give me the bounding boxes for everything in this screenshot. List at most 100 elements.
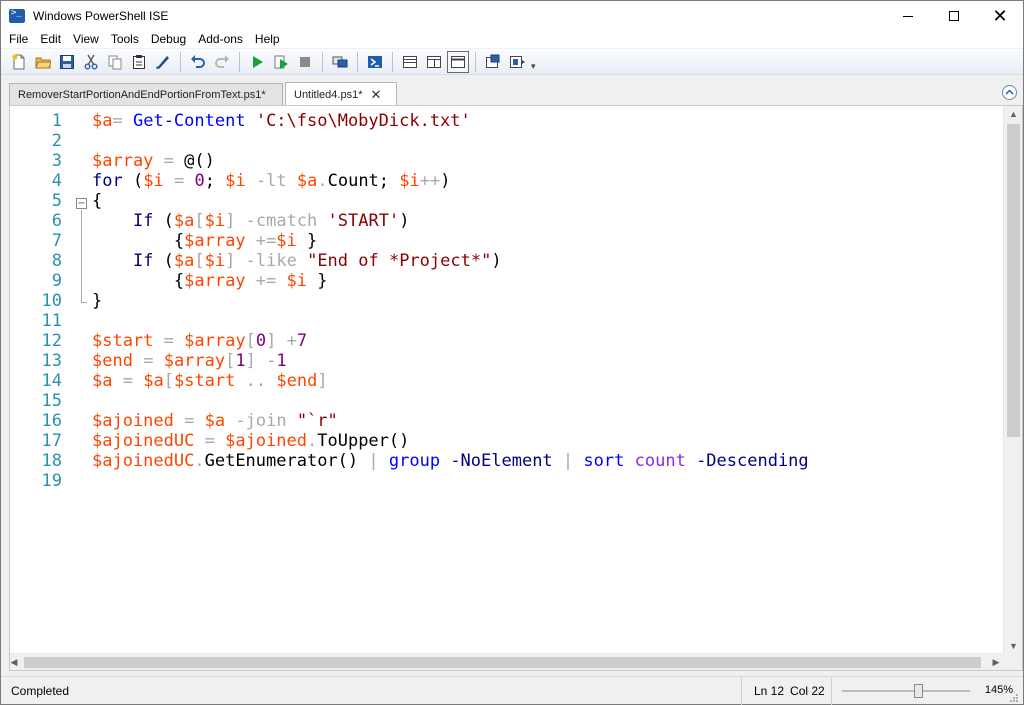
- code-token: |: [368, 451, 379, 471]
- toolbar-overflow-icon[interactable]: ▾: [531, 61, 536, 72]
- redo-icon: [215, 54, 229, 68]
- scroll-right-icon[interactable]: ▶: [989, 657, 1003, 668]
- toolbar: ▾: [1, 49, 1023, 75]
- code-line[interactable]: 16 $ajoined = $a -join "`r": [10, 411, 1003, 431]
- collapse-script-pane-button[interactable]: [1002, 85, 1017, 100]
- code-line[interactable]: 11: [10, 311, 1003, 331]
- code-line[interactable]: 13 $end = $array[1] -1: [10, 351, 1003, 371]
- show-script-pane-maximized-icon: [451, 55, 465, 68]
- paste-button[interactable]: [128, 51, 150, 73]
- code-line[interactable]: 4 for ($i = 0; $i -lt $a.Count; $i++): [10, 171, 1003, 191]
- scroll-left-icon[interactable]: ◀: [7, 657, 21, 668]
- show-script-pane-maximized-button[interactable]: [447, 50, 469, 73]
- run-script-button[interactable]: [246, 51, 268, 73]
- code-line[interactable]: 9 {$array += $i }: [10, 271, 1003, 291]
- close-icon: ✕: [992, 6, 1008, 26]
- toolbar-separator: [322, 51, 323, 72]
- code-line[interactable]: 7 {$array +=$i }: [10, 231, 1003, 251]
- code-line[interactable]: 14 $a = $a[$start .. $end]: [10, 371, 1003, 391]
- copy-button[interactable]: [104, 51, 126, 73]
- show-script-pane-top-button[interactable]: [399, 51, 421, 73]
- code-token: |: [562, 451, 574, 471]
- run-selection-button[interactable]: [270, 51, 292, 73]
- code-line[interactable]: 17 $ajoinedUC = $ajoined.ToUpper(): [10, 431, 1003, 451]
- redo-button[interactable]: [211, 51, 233, 73]
- scroll-up-icon[interactable]: ▲: [1004, 109, 1023, 119]
- code-line[interactable]: 10}: [10, 291, 1003, 311]
- code-line[interactable]: 19: [10, 471, 1003, 491]
- scroll-down-icon[interactable]: ▼: [1004, 641, 1023, 651]
- maximize-button[interactable]: [931, 1, 977, 31]
- new-button[interactable]: [8, 51, 30, 73]
- save-button[interactable]: [56, 51, 78, 73]
- code-line[interactable]: 3 $array = @(): [10, 151, 1003, 171]
- code-line[interactable]: 1 $a= Get-Content 'C:\fso\MobyDick.txt': [10, 111, 1003, 131]
- show-script-pane-right-button[interactable]: [423, 51, 445, 73]
- tab-untitled4[interactable]: Untitled4.ps1* ✕: [285, 82, 397, 106]
- code-line[interactable]: 6 If ($a[$i] -cmatch 'START'): [10, 211, 1003, 231]
- show-command-addon-button[interactable]: [506, 51, 528, 73]
- code-line[interactable]: 2: [10, 131, 1003, 151]
- horizontal-scrollbar[interactable]: ◀ ▶: [10, 653, 1003, 670]
- undo-button[interactable]: [187, 51, 209, 73]
- line-number: 2: [51, 131, 62, 151]
- menu-addons[interactable]: Add-ons: [192, 31, 249, 48]
- code-token: 7: [296, 331, 308, 351]
- code-token: $start: [92, 331, 154, 351]
- tab-remover-script[interactable]: RemoverStartPortionAndEndPortionFromText…: [9, 83, 283, 105]
- menu-tools[interactable]: Tools: [105, 31, 145, 48]
- code-token: ): [399, 211, 410, 231]
- code-token: ]: [266, 331, 277, 351]
- show-command-window-button[interactable]: [482, 51, 504, 73]
- zoom-slider-thumb[interactable]: [913, 684, 923, 698]
- horizontal-scroll-thumb[interactable]: [24, 657, 981, 668]
- code-token: ]: [245, 351, 256, 371]
- menu-file[interactable]: File: [3, 31, 34, 48]
- resize-grip-icon[interactable]: [1009, 693, 1019, 703]
- chevron-up-icon: [1005, 89, 1014, 95]
- code-token: If: [132, 211, 154, 231]
- code-line[interactable]: 8 If ($a[$i] -like "End of *Project*"): [10, 251, 1003, 271]
- code-area[interactable]: − 1 $a= Get-Content 'C:\fso\MobyDick.txt'…: [10, 106, 1003, 654]
- menu-edit[interactable]: Edit: [34, 31, 67, 48]
- code-token: -Descending: [696, 451, 809, 471]
- code-line[interactable]: 5{: [10, 191, 1003, 211]
- code-text: If ($a[$i] -like "End of *Project*"): [92, 251, 502, 271]
- tab-close-icon[interactable]: ✕: [371, 87, 382, 103]
- code-token: ): [440, 171, 451, 191]
- code-text: for ($i = 0; $i -lt $a.Count; $i++): [92, 171, 450, 191]
- minimize-button[interactable]: [885, 1, 931, 31]
- vertical-scrollbar[interactable]: ▲ ▼: [1003, 106, 1022, 654]
- cut-button[interactable]: [80, 51, 102, 73]
- code-line[interactable]: 18 $ajoinedUC.GetEnumerator() | group -No…: [10, 451, 1003, 471]
- code-token: 0: [255, 331, 267, 351]
- menu-debug[interactable]: Debug: [145, 31, 192, 48]
- close-button[interactable]: ✕: [977, 1, 1023, 31]
- code-line[interactable]: 12 $start = $array[0] +7: [10, 331, 1003, 351]
- zoom-slider-track[interactable]: [842, 690, 970, 692]
- menu-help[interactable]: Help: [249, 31, 286, 48]
- remote-powershell-button[interactable]: [329, 51, 351, 73]
- code-text: {$array += $i }: [92, 271, 328, 291]
- code-token: "`r": [296, 411, 338, 431]
- code-text: $start = $array[0] +7: [92, 331, 307, 351]
- code-token: count: [634, 451, 686, 471]
- scrollbar-corner: [1003, 653, 1022, 670]
- code-line[interactable]: 15: [10, 391, 1003, 411]
- powershell-console-icon: [368, 55, 382, 68]
- code-token: [: [225, 351, 236, 371]
- clear-console-button[interactable]: [152, 51, 174, 73]
- show-command-addon-icon: [510, 55, 525, 68]
- open-button[interactable]: [32, 51, 54, 73]
- script-editor[interactable]: − 1 $a= Get-Content 'C:\fso\MobyDick.txt'…: [9, 105, 1023, 671]
- powershell-console-button[interactable]: [364, 51, 386, 73]
- vertical-scroll-thumb[interactable]: [1007, 124, 1020, 437]
- menu-view[interactable]: View: [67, 31, 105, 48]
- code-token: $i: [286, 271, 308, 291]
- stop-button[interactable]: [294, 51, 316, 73]
